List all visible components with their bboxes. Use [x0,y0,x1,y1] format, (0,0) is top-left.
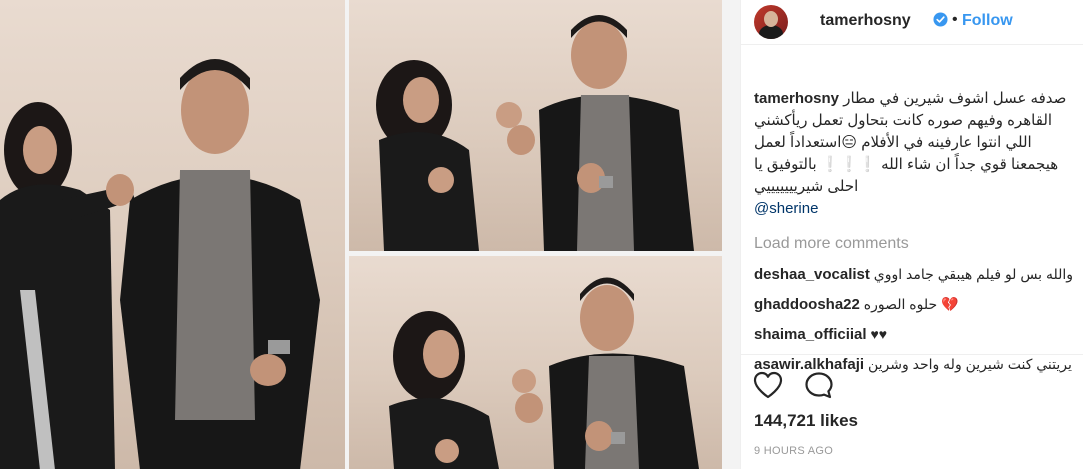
post-photo-bottom-right [349,256,722,469]
header-username[interactable]: tamerhosny [820,12,911,30]
follow-button[interactable]: Follow [962,12,1013,30]
post-actions: 144,721 likes 9 HOURS AGO [741,354,1083,470]
comments-section: tamerhosny صدفه عسل اشوف شيرين في مطار ا… [754,88,1074,374]
post-caption: tamerhosny صدفه عسل اشوف شيرين في مطار ا… [754,88,1074,198]
photo-top-right-illustration [376,15,694,251]
comment-username[interactable]: ghaddoosha22 [754,296,860,313]
post-photo-left [0,0,345,469]
comment-item: ghaddoosha22 حلوه الصوره 💔 [754,295,1074,314]
heart-icon[interactable] [753,371,783,399]
comment-text: ♥♥ [870,326,888,342]
post-header: tamerhosny • Follow [741,0,1083,45]
comment-username[interactable]: deshaa_vocalist [754,266,870,283]
comment-item: deshaa_vocalist ه والله بس لو فيلم هيبقي… [754,265,1074,284]
comment-item: shaima_officiial ♥♥ [754,325,1074,344]
comment-bubble-icon[interactable] [804,371,834,399]
post-photo-top-right [349,0,722,251]
comment-text: حلوه الصوره 💔 [863,296,959,312]
header-separator: • [952,11,958,28]
caption-username[interactable]: tamerhosny [754,90,839,107]
comment-username[interactable]: shaima_officiial [754,326,867,343]
post-photo-collage [0,0,740,469]
verified-badge-icon [933,12,948,27]
photo-bottom-right-illustration [389,277,699,469]
likes-count[interactable]: 144,721 likes [754,411,858,431]
comment-text: ه والله بس لو فيلم هيبقي جامد اووي [873,266,1074,282]
caption-mention-link[interactable]: @sherine [754,198,1074,220]
photo-left-illustration [0,59,320,469]
post-timestamp[interactable]: 9 HOURS AGO [754,445,833,457]
load-more-comments-button[interactable]: Load more comments [754,234,1074,254]
post-sidebar: tamerhosny • Follow tamerhosny صدفه عسل … [740,0,1083,469]
avatar[interactable] [754,5,788,39]
likes-count-text: 144,721 likes [754,411,858,430]
